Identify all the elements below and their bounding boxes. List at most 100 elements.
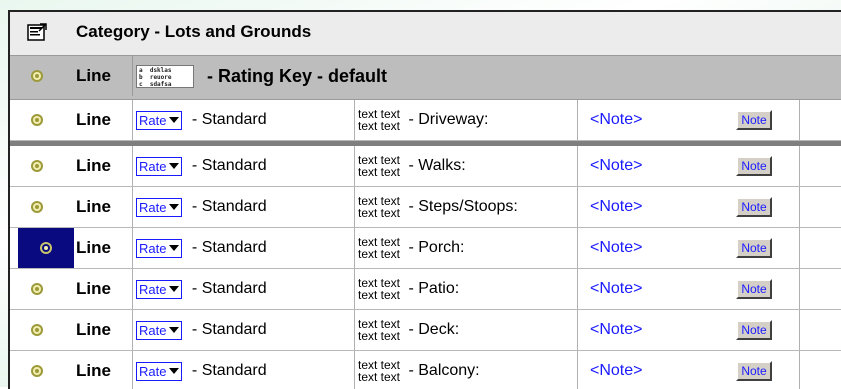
note-button[interactable]: Note — [736, 197, 772, 217]
note-link[interactable]: <Note> — [577, 269, 709, 309]
item-text-line: text text — [358, 370, 401, 384]
table-row: Line Rate - Standard text text text text … — [10, 310, 841, 351]
line-label: Line — [76, 66, 111, 85]
note-button[interactable]: Note — [736, 279, 772, 299]
standard-label: - Standard — [187, 157, 267, 174]
table-row-selected: Line Rate - Standard text text text text … — [10, 228, 841, 269]
rate-cell: Rate - Standard — [132, 100, 354, 140]
line-label: Line — [76, 238, 111, 257]
category-header: Category - Lots and Grounds — [10, 12, 841, 56]
note-button[interactable]: Note — [736, 361, 772, 381]
note-link[interactable]: <Note> — [577, 187, 709, 227]
note-button[interactable]: Note — [736, 156, 772, 176]
standard-label: - Standard — [187, 362, 267, 379]
item-cell: text text text text - Deck: — [354, 310, 576, 350]
target-icon[interactable] — [10, 100, 64, 140]
standard-label: - Standard — [187, 198, 267, 215]
note-link[interactable]: <Note> — [577, 310, 709, 350]
rating-key-title: - Rating Key - default — [202, 65, 388, 86]
note-link[interactable]: <Note> — [577, 146, 709, 186]
line-label: Line — [76, 156, 111, 175]
rate-dropdown-label: Rate — [139, 199, 167, 215]
rate-cell: Rate - Standard — [132, 269, 354, 309]
rate-dropdown[interactable]: Rate — [136, 156, 183, 176]
note-button-cell: Note — [709, 310, 799, 350]
rate-cell: Rate - Standard — [132, 310, 354, 350]
table-row: Line Rate - Standard text text text text … — [10, 351, 841, 389]
item-text-stack: text text text text — [358, 195, 400, 219]
target-icon[interactable] — [10, 351, 64, 389]
target-icon[interactable] — [10, 56, 64, 96]
item-text-line: text text — [358, 206, 401, 220]
rate-dropdown[interactable]: Rate — [136, 238, 183, 258]
note-link[interactable]: <Note> — [577, 100, 709, 140]
standard-label: - Standard — [187, 321, 267, 338]
note-link[interactable]: <Note> — [577, 351, 709, 389]
rate-dropdown-label: Rate — [139, 158, 167, 174]
target-icon-selected[interactable] — [18, 228, 74, 268]
row-end-cell — [799, 100, 841, 140]
item-cell: text text text text - Porch: — [354, 228, 576, 268]
note-button[interactable]: Note — [736, 110, 772, 130]
row-end-cell — [799, 187, 841, 227]
note-button[interactable]: Note — [736, 320, 772, 340]
note-button-cell: Note — [709, 351, 799, 389]
item-text-line: text text — [358, 329, 401, 343]
item-text-stack: text text text text — [358, 277, 400, 301]
item-name: - Steps/Stoops: — [404, 198, 518, 215]
standard-label: - Standard — [187, 239, 267, 256]
rating-key-cell: a dsklas b reuore c sdafsa - Rating Key - … — [132, 56, 832, 96]
item-text-stack: text text text text — [358, 318, 400, 342]
item-name: - Balcony: — [404, 362, 480, 379]
rate-dropdown-label: Rate — [139, 281, 167, 297]
item-text-line: text text — [358, 247, 401, 261]
item-text-stack: text text text text — [358, 154, 400, 178]
item-cell: text text text text - Walks: — [354, 146, 576, 186]
note-button-cell: Note — [709, 228, 799, 268]
rate-dropdown[interactable]: Rate — [136, 110, 183, 130]
rate-dropdown-label: Rate — [139, 112, 167, 128]
table-row: Line Rate - Standard text text text text … — [10, 100, 841, 141]
note-button[interactable]: Note — [736, 238, 772, 258]
inspection-form: Category - Lots and Grounds Line a dskla… — [8, 10, 841, 389]
note-button-cell: Note — [709, 146, 799, 186]
item-cell: text text text text - Balcony: — [354, 351, 576, 389]
target-icon[interactable] — [10, 146, 64, 186]
item-name: - Porch: — [404, 239, 465, 256]
note-button-cell: Note — [709, 187, 799, 227]
item-cell: text text text text - Driveway: — [354, 100, 576, 140]
properties-icon[interactable] — [10, 12, 64, 52]
item-name: - Patio: — [404, 280, 460, 297]
rate-dropdown[interactable]: Rate — [136, 361, 183, 381]
rate-dropdown[interactable]: Rate — [136, 320, 183, 340]
chevron-down-icon — [169, 245, 180, 251]
row-end-cell — [799, 228, 841, 268]
target-icon[interactable] — [10, 310, 64, 350]
note-button-cell: Note — [709, 269, 799, 309]
target-icon[interactable] — [10, 187, 64, 227]
key-line-b: b reuore — [139, 73, 172, 81]
key-line-c: c sdafsa — [139, 80, 172, 88]
chevron-down-icon — [169, 163, 180, 169]
target-icon[interactable] — [10, 269, 64, 309]
table-row: Line Rate - Standard text text text text … — [10, 187, 841, 228]
line-label: Line — [76, 197, 111, 216]
line-label: Line — [76, 320, 111, 339]
rate-dropdown-label: Rate — [139, 322, 167, 338]
rate-dropdown[interactable]: Rate — [136, 279, 183, 299]
rate-cell: Rate - Standard — [132, 146, 354, 186]
standard-label: - Standard — [187, 111, 267, 128]
rating-key-thumbnail[interactable]: a dsklas b reuore c sdafsa — [136, 64, 194, 88]
row-end-cell — [799, 351, 841, 389]
row-end-cell — [799, 269, 841, 309]
standard-label: - Standard — [187, 280, 267, 297]
item-text-stack: text text text text — [358, 236, 400, 260]
item-text-line: text text — [358, 119, 401, 133]
rate-dropdown[interactable]: Rate — [136, 197, 183, 217]
line-label: Line — [76, 279, 111, 298]
row-end-cell — [799, 310, 841, 350]
row-end-cell — [799, 146, 841, 186]
item-cell: text text text text - Steps/Stoops: — [354, 187, 576, 227]
note-link[interactable]: <Note> — [577, 228, 709, 268]
chevron-down-icon — [169, 117, 180, 123]
